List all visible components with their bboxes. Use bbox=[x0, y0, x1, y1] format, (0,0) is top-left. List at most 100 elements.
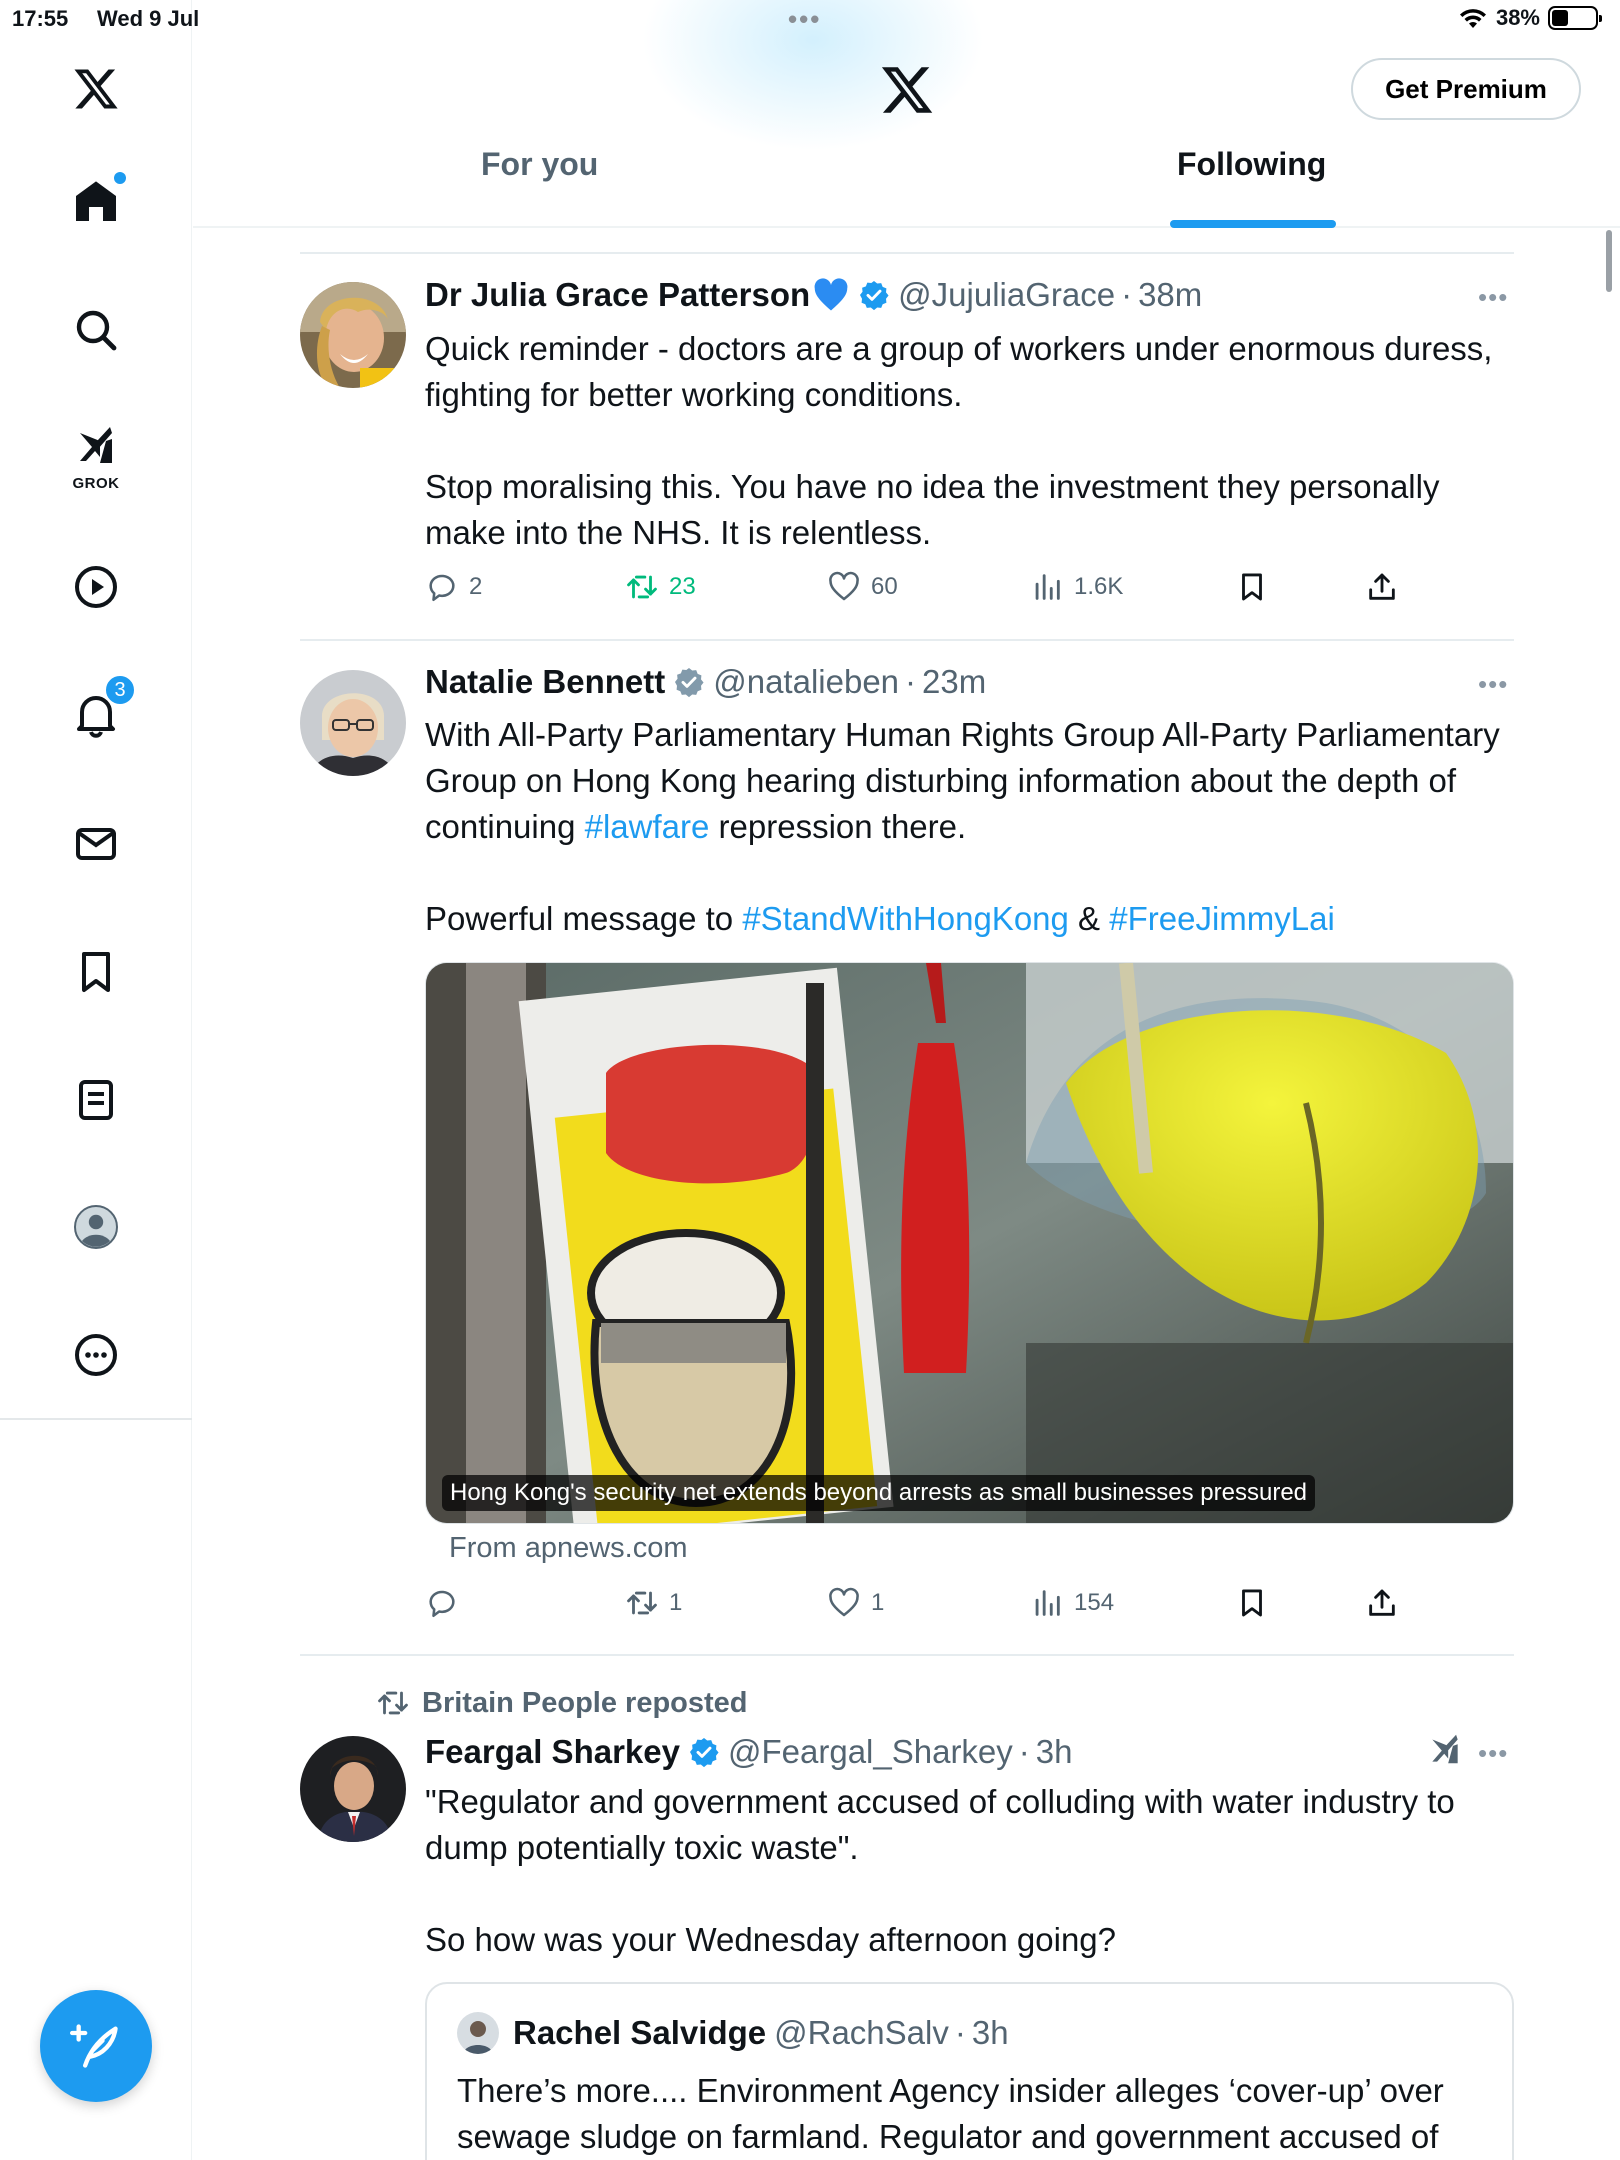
sidebar-item-video[interactable] bbox=[62, 553, 130, 621]
quoted-tweet-time: 3h bbox=[971, 2014, 1009, 2051]
sidebar-item-home[interactable] bbox=[62, 168, 130, 236]
sidebar-item-lists[interactable] bbox=[62, 1066, 130, 1134]
link-source[interactable]: From apnews.com bbox=[449, 1532, 688, 1565]
verified-badge-icon bbox=[860, 281, 889, 311]
battery-percent: 38% bbox=[1495, 5, 1540, 30]
views-icon bbox=[1035, 574, 1060, 600]
repost-button[interactable]: 23 bbox=[625, 570, 696, 604]
views-button[interactable]: 1.6K bbox=[1030, 570, 1123, 604]
tweet-header: Feargal Sharkey @Feargal_Sharkey · 3h bbox=[425, 1733, 1073, 1771]
repost-context: Britain People reposted bbox=[376, 1686, 748, 1720]
tab-for-you[interactable]: For you bbox=[481, 146, 598, 183]
search-icon bbox=[76, 310, 117, 351]
sidebar-item-profile[interactable] bbox=[62, 1193, 130, 1261]
sidebar-item-more[interactable] bbox=[62, 1321, 130, 1389]
tweet-paragraph: "Regulator and government accused of col… bbox=[425, 1783, 1455, 1866]
more-icon bbox=[75, 1334, 117, 1376]
sidebar-item-bookmarks[interactable] bbox=[62, 938, 130, 1006]
more-options-icon[interactable]: ••• bbox=[1478, 282, 1508, 313]
profile-icon bbox=[74, 1205, 118, 1249]
tweet-text: With All-Party Parliamentary Human Right… bbox=[425, 712, 1515, 942]
avatar[interactable] bbox=[300, 1736, 406, 1842]
author-handle[interactable]: @natalieben bbox=[713, 663, 899, 701]
tweet-time[interactable]: 38m bbox=[1138, 276, 1202, 314]
grok-icon bbox=[80, 427, 112, 463]
avatar[interactable] bbox=[457, 2012, 499, 2054]
link-card-image bbox=[426, 963, 1513, 1523]
hashtag-link[interactable]: #StandWithHongKong bbox=[742, 900, 1069, 937]
share-button[interactable] bbox=[1365, 1586, 1399, 1620]
messages-icon bbox=[76, 828, 116, 860]
blue-heart-icon bbox=[814, 278, 848, 311]
tweet-separator bbox=[300, 252, 1514, 254]
bookmark-icon bbox=[1242, 573, 1262, 601]
x-logo-icon[interactable] bbox=[62, 55, 130, 123]
sidebar-item-search[interactable] bbox=[62, 296, 130, 364]
sidebar-item-notifications[interactable]: 3 bbox=[62, 674, 136, 748]
multitasking-dots-icon[interactable]: ••• bbox=[788, 4, 821, 35]
tweet-time[interactable]: 3h bbox=[1036, 1733, 1073, 1771]
share-button[interactable] bbox=[1365, 570, 1399, 604]
share-icon bbox=[1369, 573, 1395, 600]
quoted-author-name: Rachel Salvidge bbox=[513, 2014, 767, 2051]
home-icon bbox=[76, 181, 116, 221]
reposted-by[interactable]: Britain People reposted bbox=[422, 1687, 748, 1720]
avatar[interactable] bbox=[300, 670, 406, 776]
grok-explain-icon[interactable] bbox=[1426, 1730, 1464, 1768]
tweet-paragraph: So how was your Wednesday afternoon goin… bbox=[425, 1921, 1117, 1958]
bookmark-button[interactable] bbox=[1235, 570, 1269, 604]
sidebar-item-messages[interactable] bbox=[62, 810, 130, 878]
more-options-icon[interactable]: ••• bbox=[1478, 1738, 1508, 1769]
x-logo-icon[interactable] bbox=[879, 62, 935, 118]
like-icon bbox=[829, 571, 859, 601]
views-button[interactable]: 154 bbox=[1030, 1586, 1114, 1620]
lists-icon bbox=[79, 1080, 113, 1120]
tweet-separator bbox=[300, 1654, 1514, 1656]
author-handle[interactable]: @JujuliaGrace bbox=[898, 276, 1115, 314]
verified-badge-icon bbox=[675, 668, 704, 698]
quoted-tweet[interactable]: Rachel Salvidge @RachSalv · 3h There’s m… bbox=[425, 1982, 1514, 2160]
compose-button[interactable] bbox=[40, 1990, 152, 2102]
link-card-caption: Hong Kong's security net extends beyond … bbox=[442, 1475, 1316, 1511]
reply-icon bbox=[429, 574, 455, 602]
like-button[interactable]: 1 bbox=[827, 1586, 884, 1620]
share-icon bbox=[1369, 1589, 1395, 1616]
get-premium-button[interactable]: Get Premium bbox=[1351, 58, 1581, 120]
verified-badge-icon bbox=[689, 1738, 719, 1768]
author-name[interactable]: Dr Julia Grace Patterson bbox=[425, 276, 810, 314]
author-handle[interactable]: @Feargal_Sharkey bbox=[728, 1733, 1013, 1771]
bookmarks-icon bbox=[82, 952, 110, 992]
hashtag-link[interactable]: #FreeJimmyLai bbox=[1109, 900, 1335, 937]
wifi-icon bbox=[1459, 9, 1486, 28]
compose-icon bbox=[70, 2024, 118, 2068]
repost-button[interactable]: 1 bbox=[625, 1586, 682, 1620]
tab-following[interactable]: Following bbox=[1177, 146, 1326, 183]
tweet-time[interactable]: 23m bbox=[922, 663, 986, 701]
bookmark-button[interactable] bbox=[1235, 1586, 1269, 1620]
author-name[interactable]: Feargal Sharkey bbox=[425, 1733, 680, 1771]
quoted-tweet-header: Rachel Salvidge @RachSalv · 3h bbox=[457, 2012, 1009, 2054]
reply-button[interactable] bbox=[425, 1586, 469, 1620]
repost-icon bbox=[627, 1591, 657, 1615]
hashtag-link[interactable]: #lawfare bbox=[585, 808, 710, 845]
scrollbar[interactable] bbox=[1606, 230, 1612, 292]
reply-count: 2 bbox=[469, 573, 483, 600]
like-icon bbox=[829, 1587, 859, 1617]
author-name[interactable]: Natalie Bennett bbox=[425, 663, 665, 701]
like-button[interactable]: 60 bbox=[827, 570, 898, 604]
link-card[interactable]: Hong Kong's security net extends beyond … bbox=[425, 962, 1514, 1524]
like-count: 1 bbox=[871, 1589, 885, 1616]
tweet-header: Dr Julia Grace Patterson @JujuliaGrace ·… bbox=[425, 276, 1203, 314]
sidebar-divider bbox=[0, 1418, 192, 1420]
tweet-header: Natalie Bennett @natalieben · 23m bbox=[425, 663, 987, 701]
tweet-text: Quick reminder - doctors are a group of … bbox=[425, 326, 1515, 556]
more-options-icon[interactable]: ••• bbox=[1478, 669, 1508, 700]
repost-icon bbox=[627, 575, 657, 599]
tweet-paragraph: Quick reminder - doctors are a group of … bbox=[425, 330, 1493, 413]
avatar[interactable] bbox=[300, 282, 406, 388]
sidebar-item-grok[interactable]: GROK bbox=[62, 418, 130, 492]
like-count: 60 bbox=[871, 573, 898, 600]
view-count: 154 bbox=[1074, 1589, 1115, 1616]
reply-button[interactable]: 2 bbox=[425, 570, 482, 604]
tweet-paragraph: With All-Party Parliamentary Human Right… bbox=[425, 716, 1500, 845]
